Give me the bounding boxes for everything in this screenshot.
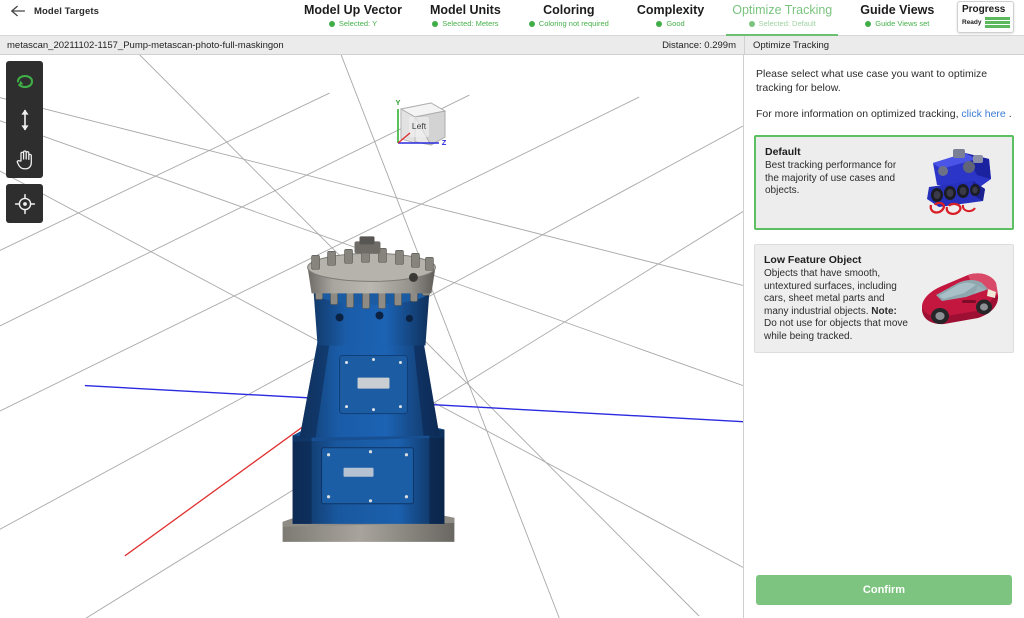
nav-step-title: Model Units [429, 3, 501, 17]
pan-tool[interactable] [6, 139, 43, 178]
confirm-button[interactable]: Confirm [756, 575, 1012, 605]
navigation-tool-group [6, 61, 43, 178]
nav-step-title: Complexity [636, 3, 705, 17]
nav-step-status-label: Selected: Default [758, 19, 816, 28]
arrow-left-icon [10, 4, 26, 18]
recenter-tool[interactable] [6, 184, 43, 223]
model-filename: metascan_20211102-1157_Pump-metascan-pho… [7, 39, 284, 51]
nav-step-status: Good [637, 18, 704, 30]
nav-step-status-label: Selected: Meters [442, 19, 499, 28]
view-orientation-cube[interactable]: Left Y Z [387, 93, 451, 157]
option-title: Low Feature Object [764, 254, 862, 266]
status-dot-icon [656, 21, 663, 27]
status-dot-icon [865, 21, 872, 27]
nav-step-title: Coloring [543, 3, 595, 17]
option-description: Best tracking performance for the majori… [765, 160, 897, 196]
nav-step-status-label: Coloring not required [538, 19, 609, 28]
nav-step-status: Selected: Meters [430, 18, 501, 30]
more-info-suffix: . [1008, 108, 1012, 120]
pump-3d-model [282, 236, 455, 542]
status-dot-icon [528, 21, 535, 27]
nav-step-model-up-vector[interactable]: Model Up Vector Selected: Y [290, 0, 416, 36]
option-text-block: Low Feature Object Objects that have smo… [764, 253, 914, 343]
back-button-label: Model Targets [34, 5, 99, 17]
recenter-tool-group [6, 184, 43, 223]
option-card-low-feature-object[interactable]: Low Feature Object Objects that have smo… [754, 244, 1014, 353]
car-illustration [914, 253, 1004, 343]
viewcube-face-label: Left [412, 121, 427, 131]
status-dot-icon [328, 21, 335, 27]
viewcube-axis-y-label: Y [395, 98, 400, 107]
top-navigation-bar: Model Targets Model Up Vector Selected: … [0, 0, 1024, 36]
nav-step-status-label: Selected: Y [338, 19, 378, 28]
nav-step-model-units[interactable]: Model Units Selected: Meters [416, 0, 515, 36]
nav-step-complexity[interactable]: Complexity Good [623, 0, 718, 36]
nav-step-optimize-tracking[interactable]: Optimize Tracking Selected: Default [718, 0, 846, 36]
engine-illustration [907, 145, 1003, 219]
nav-step-guide-views[interactable]: Guide Views Guide Views set [846, 0, 948, 36]
orbit-rotate-tool[interactable] [6, 61, 43, 100]
nav-step-title: Optimize Tracking [732, 3, 833, 17]
nav-step-status-label: Good [666, 19, 685, 28]
panel-header-title: Optimize Tracking [753, 39, 830, 51]
viewport-toolbar [6, 61, 43, 223]
sub-header-bar: metascan_20211102-1157_Pump-metascan-pho… [0, 36, 1024, 55]
app-root: Model Targets Model Up Vector Selected: … [0, 0, 1024, 618]
main-content: Left Y Z Please select what use case you… [0, 55, 1024, 618]
option-note-label: Note: [871, 305, 897, 317]
zoom-tool[interactable] [6, 100, 43, 139]
3d-viewport[interactable]: Left Y Z [0, 55, 744, 618]
nav-step-status: Selected: Y [304, 18, 402, 30]
progress-title: Progress [962, 4, 1006, 15]
optimize-tracking-panel: Please select what use case you want to … [744, 55, 1024, 618]
back-button[interactable]: Model Targets [10, 4, 99, 18]
nav-step-title: Model Up Vector [304, 3, 402, 17]
nav-step-status: Coloring not required [528, 18, 609, 30]
nav-steps: Model Up Vector Selected: Y Model Units … [290, 0, 948, 36]
more-info-link[interactable]: click here [961, 108, 1005, 120]
status-dot-icon [432, 21, 439, 27]
option-title: Default [765, 146, 801, 158]
more-info-prefix: For more information on optimized tracki… [756, 108, 959, 120]
panel-spacer [754, 353, 1014, 575]
panel-header: Optimize Tracking [745, 36, 1024, 54]
panel-instruction-text: Please select what use case you want to … [756, 68, 988, 94]
camera-distance-label: Distance: 0.299m [662, 39, 736, 51]
option-text-block: Default Best tracking performance for th… [765, 145, 907, 219]
option-description: Objects that have smooth, untextured sur… [764, 268, 908, 343]
option-note-text: Do not use for objects that move while b… [764, 318, 908, 342]
nav-step-status: Guide Views set [860, 18, 934, 30]
progress-status-row: Ready [962, 17, 1010, 28]
progress-widget[interactable]: Progress Ready [957, 1, 1014, 33]
nav-step-status-label: Guide Views set [875, 19, 930, 28]
nav-step-title: Guide Views [860, 3, 935, 17]
nav-step-coloring[interactable]: Coloring Coloring not required [515, 0, 623, 36]
status-dot-icon [748, 21, 755, 27]
active-tab-underline [726, 34, 839, 36]
3d-scene [0, 55, 743, 618]
option-card-default[interactable]: Default Best tracking performance for th… [754, 135, 1014, 230]
nav-step-status: Selected: Default [732, 18, 832, 30]
panel-more-info-text: For more information on optimized tracki… [754, 107, 1014, 121]
progress-bars-icon [984, 17, 1010, 28]
viewcube-axis-z-label: Z [442, 138, 447, 147]
progress-state-label: Ready [962, 18, 982, 26]
model-file-bar: metascan_20211102-1157_Pump-metascan-pho… [0, 36, 745, 54]
